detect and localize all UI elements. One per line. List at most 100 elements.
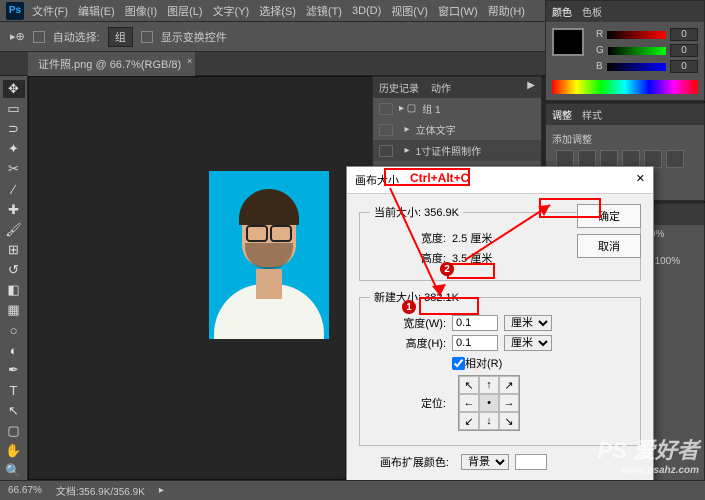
styles-tab[interactable]: 样式 <box>582 107 602 122</box>
history-tab[interactable]: 历史记录 <box>379 80 419 95</box>
r-input[interactable] <box>670 28 698 41</box>
relative-checkbox[interactable] <box>452 357 465 370</box>
cur-width-label: 宽度: <box>370 230 446 246</box>
menu-file[interactable]: 文件(F) <box>32 3 68 19</box>
extension-color-dropdown[interactable]: 背景 <box>461 454 509 470</box>
menu-layer[interactable]: 图层(L) <box>167 3 202 19</box>
action-row[interactable]: ▸ ▢ 组 1 <box>373 98 541 119</box>
move-tool-icon: ▸⊕ <box>10 30 25 43</box>
relative-label: 相对(R) <box>465 355 502 371</box>
b-input[interactable] <box>670 60 698 73</box>
menu-window[interactable]: 窗口(W) <box>438 3 478 19</box>
ps-logo: Ps <box>6 2 24 20</box>
color-spectrum[interactable] <box>552 80 698 94</box>
cancel-button[interactable]: 取消 <box>577 234 641 258</box>
new-height-label: 高度(H): <box>370 335 446 351</box>
stamp-tool[interactable]: ⊞ <box>3 241 25 259</box>
cur-height-label: 高度: <box>370 250 446 266</box>
eraser-tool[interactable]: ◧ <box>3 281 25 299</box>
new-size-group: 新建大小: 382.1K 宽度(W):厘米 高度(H):厘米 相对(R) 定位:… <box>359 289 641 446</box>
auto-select-checkbox[interactable] <box>33 31 45 43</box>
menu-select[interactable]: 选择(S) <box>259 3 296 19</box>
auto-select-label: 自动选择: <box>53 29 100 45</box>
r-slider[interactable] <box>607 31 666 39</box>
dialog-title: 画布大小 <box>355 172 399 188</box>
new-height-input[interactable] <box>452 335 498 351</box>
current-size-label: 当前大小: 356.9K <box>370 204 463 220</box>
r-label: R <box>596 29 603 40</box>
tools-panel: ✥ ▭ ⊃ ✦ ✂ ⁄ ✚ 🖌 ⊞ ↺ ◧ ▦ ○ ◐ ✒ T ↖ ▢ ✋ 🔍 <box>0 76 28 480</box>
foreground-color[interactable] <box>552 28 584 56</box>
menu-filter[interactable]: 滤镜(T) <box>306 3 342 19</box>
document-tab[interactable]: 证件照.png @ 66.7%(RGB/8) × <box>28 52 195 76</box>
lasso-tool[interactable]: ⊃ <box>3 120 25 138</box>
cur-height-value: 3.5 厘米 <box>452 250 492 266</box>
color-panel: 颜色色板 R G B <box>545 0 705 101</box>
menu-view[interactable]: 视图(V) <box>391 3 428 19</box>
pen-tool[interactable]: ✒ <box>3 361 25 379</box>
fill-value[interactable]: 100% <box>655 256 681 271</box>
shortcut-annotation: Ctrl+Alt+C <box>410 171 469 185</box>
new-width-input[interactable] <box>452 315 498 331</box>
adjust-tab[interactable]: 调整 <box>552 107 572 122</box>
visibility-icon[interactable] <box>379 145 393 157</box>
status-bar: 66.67% 文档:356.9K/356.9K ▸ <box>0 480 705 500</box>
ok-button[interactable]: 确定 <box>577 204 641 228</box>
heal-tool[interactable]: ✚ <box>3 201 25 219</box>
visibility-icon[interactable] <box>379 124 393 136</box>
b-slider[interactable] <box>607 63 666 71</box>
tab-close-icon[interactable]: × <box>187 56 192 66</box>
color-tab[interactable]: 颜色 <box>552 4 572 19</box>
brush-tool[interactable]: 🖌 <box>3 221 25 239</box>
swatch-tab[interactable]: 色板 <box>582 4 602 19</box>
id-photo <box>209 171 329 339</box>
cur-width-value: 2.5 厘米 <box>452 230 492 246</box>
action-row[interactable]: ▸ 1寸证件照制作 <box>373 140 541 161</box>
blur-tool[interactable]: ○ <box>3 321 25 339</box>
zoom-tool[interactable]: 🔍 <box>3 462 25 480</box>
type-tool[interactable]: T <box>3 381 25 399</box>
history-brush-tool[interactable]: ↺ <box>3 261 25 279</box>
step-badge-1: 1 <box>402 300 416 314</box>
new-size-label: 新建大小: 382.1K <box>370 289 463 305</box>
transform-checkbox[interactable] <box>141 31 153 43</box>
auto-select-dropdown[interactable]: 组 <box>108 27 133 47</box>
actions-tab[interactable]: 动作 <box>431 80 451 95</box>
play-icon[interactable]: ▶ <box>527 80 535 95</box>
g-input[interactable] <box>670 44 698 57</box>
wand-tool[interactable]: ✦ <box>3 140 25 158</box>
eyedropper-tool[interactable]: ⁄ <box>3 180 25 198</box>
step-badge-2: 2 <box>440 262 454 276</box>
shape-tool[interactable]: ▢ <box>3 422 25 440</box>
b-label: B <box>596 61 603 72</box>
menu-image[interactable]: 图像(I) <box>125 3 157 19</box>
dialog-close-icon[interactable]: ✕ <box>636 172 645 188</box>
marquee-tool[interactable]: ▭ <box>3 100 25 118</box>
extension-color-swatch[interactable] <box>515 454 547 470</box>
transform-label: 显示变换控件 <box>161 29 227 45</box>
visibility-icon[interactable] <box>379 103 393 115</box>
menu-3d[interactable]: 3D(D) <box>352 5 381 17</box>
tab-title: 证件照.png @ 66.7%(RGB/8) <box>38 59 181 71</box>
width-unit-dropdown[interactable]: 厘米 <box>504 315 552 331</box>
document-size: 文档:356.9K/356.9K <box>56 483 145 498</box>
action-row[interactable]: ▸ 立体文字 <box>373 119 541 140</box>
menu-type[interactable]: 文字(Y) <box>213 3 250 19</box>
crop-tool[interactable]: ✂ <box>3 160 25 178</box>
dodge-tool[interactable]: ◐ <box>3 341 25 359</box>
adj-hue-icon[interactable] <box>666 150 684 168</box>
zoom-level[interactable]: 66.67% <box>8 485 42 496</box>
new-width-label: 宽度(W): <box>370 315 446 331</box>
anchor-grid[interactable]: ↖↑↗←•→↙↓↘ <box>458 375 520 431</box>
menu-help[interactable]: 帮助(H) <box>488 3 525 19</box>
menu-edit[interactable]: 编辑(E) <box>78 3 115 19</box>
g-slider[interactable] <box>608 47 666 55</box>
gradient-tool[interactable]: ▦ <box>3 301 25 319</box>
hand-tool[interactable]: ✋ <box>3 442 25 460</box>
g-label: G <box>596 45 604 56</box>
watermark: PS 爱好者 www.psahz.com <box>598 433 699 476</box>
path-tool[interactable]: ↖ <box>3 402 25 420</box>
height-unit-dropdown[interactable]: 厘米 <box>504 335 552 351</box>
move-tool[interactable]: ✥ <box>3 80 25 98</box>
add-adjust-label: 添加调整 <box>552 135 592 146</box>
